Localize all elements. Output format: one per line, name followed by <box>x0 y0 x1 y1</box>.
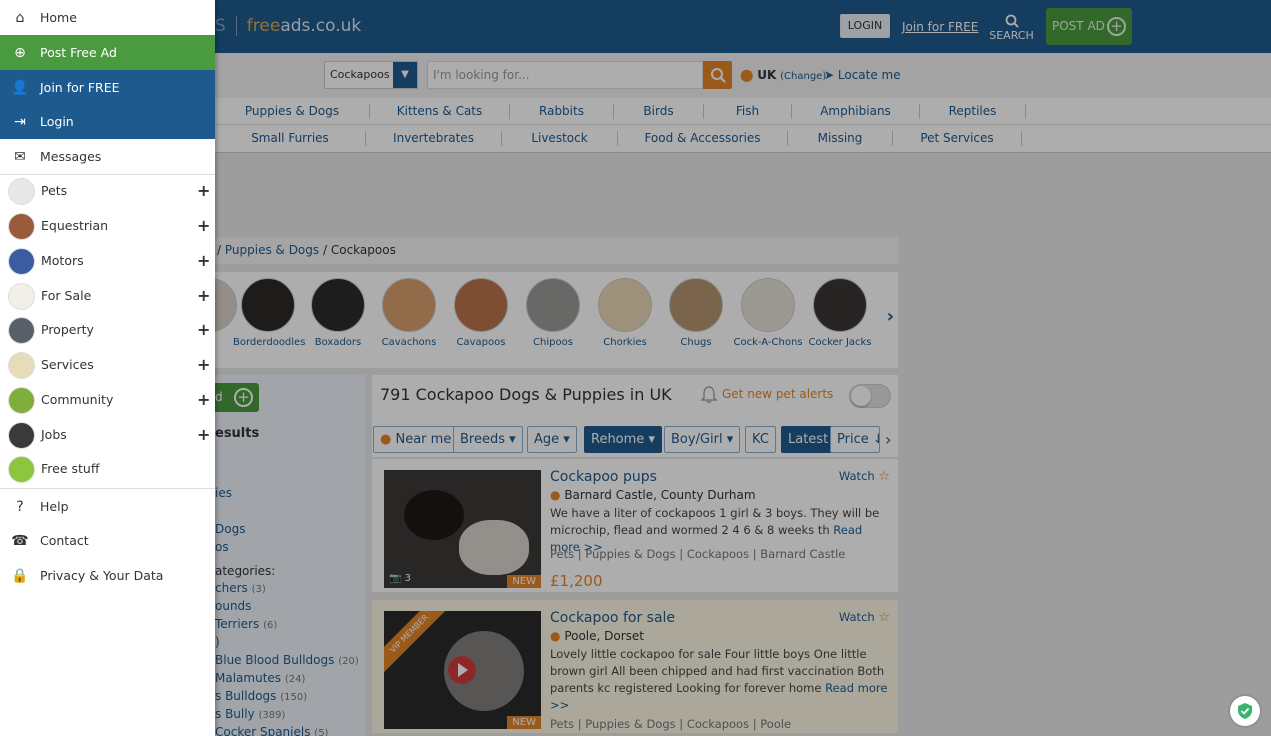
jobs-icon <box>8 422 35 449</box>
drawer-category-services[interactable]: Services + <box>0 349 215 384</box>
drawer-category-property[interactable]: Property + <box>0 314 215 349</box>
horse-icon <box>8 213 35 240</box>
drawer-category-pets[interactable]: Pets + <box>0 175 215 210</box>
drawer-post-free-ad[interactable]: ⊕ Post Free Ad <box>0 35 215 70</box>
expand-plus-icon[interactable]: + <box>197 425 210 444</box>
expand-plus-icon[interactable]: + <box>197 251 210 270</box>
phone-icon: ☎ <box>11 532 29 549</box>
expand-plus-icon[interactable]: + <box>197 286 210 305</box>
expand-plus-icon[interactable]: + <box>197 181 210 200</box>
login-icon: ⇥ <box>14 113 26 130</box>
user-plus-icon: 👤 <box>11 79 29 96</box>
recycle-icon <box>8 456 35 483</box>
plus-circle-icon: ⊕ <box>14 44 26 61</box>
drawer-contact[interactable]: ☎ Contact <box>0 523 215 558</box>
shield-check-icon <box>1238 703 1252 719</box>
lock-icon: 🔒 <box>11 567 29 584</box>
drawer-category-jobs[interactable]: Jobs + <box>0 419 215 454</box>
drawer-join[interactable]: 👤 Join for FREE <box>0 70 215 105</box>
drawer-overlay[interactable] <box>215 0 1271 736</box>
drawer-category-equestrian[interactable]: Equestrian + <box>0 210 215 245</box>
bicycle-icon <box>8 283 35 310</box>
drawer-login[interactable]: ⇥ Login <box>0 104 215 139</box>
drawer-help[interactable]: ? Help <box>0 489 215 524</box>
home-icon: ⌂ <box>15 9 25 26</box>
question-icon: ? <box>16 498 24 515</box>
envelope-icon: ✉ <box>14 148 26 165</box>
expand-plus-icon[interactable]: + <box>197 320 210 339</box>
expand-plus-icon[interactable]: + <box>197 355 210 374</box>
drawer-privacy[interactable]: 🔒 Privacy & Your Data <box>0 558 215 593</box>
community-icon <box>8 387 35 414</box>
paint-roller-icon <box>8 352 35 379</box>
security-badge[interactable] <box>1230 696 1260 726</box>
expand-plus-icon[interactable]: + <box>197 216 210 235</box>
drawer-category-free-stuff[interactable]: Free stuff <box>0 453 215 488</box>
drawer-category-motors[interactable]: Motors + <box>0 245 215 280</box>
drawer-category-for-sale[interactable]: For Sale + <box>0 280 215 315</box>
side-drawer-menu: ⌂ Home ⊕ Post Free Ad 👤 Join for FREE ⇥ Logi… <box>0 0 215 736</box>
drawer-messages[interactable]: ✉ Messages <box>0 139 215 174</box>
drawer-category-community[interactable]: Community + <box>0 384 215 419</box>
car-icon <box>8 248 35 275</box>
drawer-home[interactable]: ⌂ Home <box>0 0 215 35</box>
house-icon <box>8 317 35 344</box>
pets-icon <box>8 178 35 205</box>
expand-plus-icon[interactable]: + <box>197 390 210 409</box>
